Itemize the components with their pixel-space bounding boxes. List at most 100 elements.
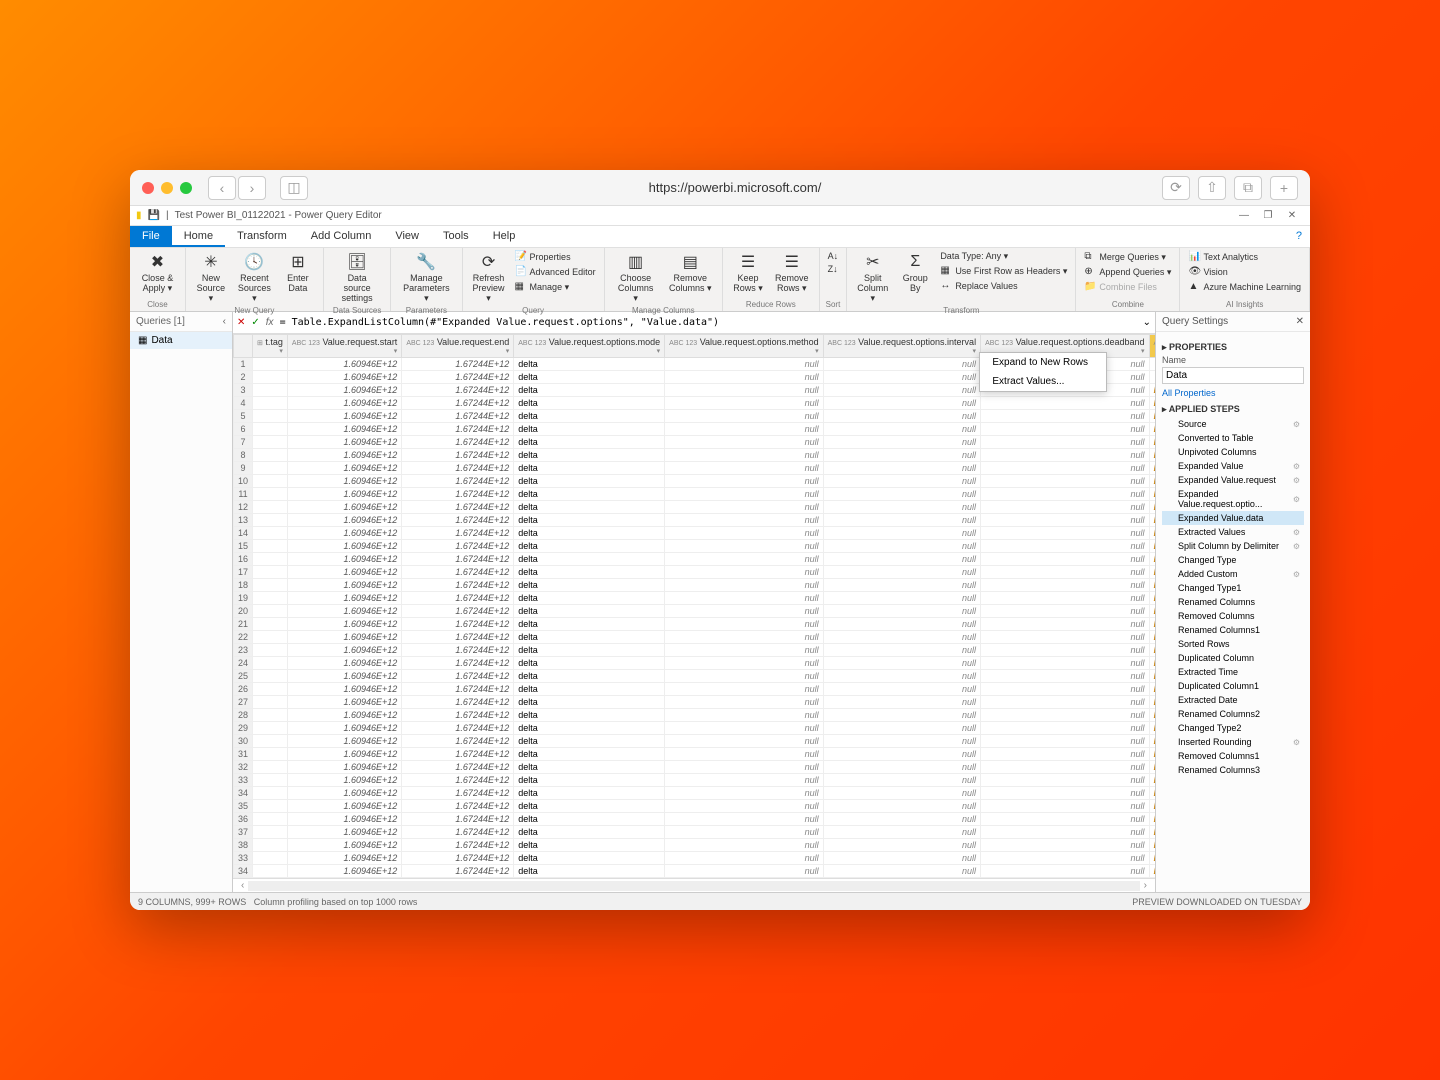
vision-button[interactable]: 👁Vision — [1186, 265, 1229, 279]
table-row[interactable]: 311.60946E+121.67244E+12deltanullnullnul… — [234, 748, 1156, 761]
url-bar[interactable]: https://powerbi.microsoft.com/ — [316, 180, 1154, 195]
applied-step[interactable]: Removed Columns — [1162, 609, 1304, 623]
table-row[interactable]: 331.60946E+121.67244E+12deltanullnullnul… — [234, 852, 1156, 865]
tab-home[interactable]: Home — [172, 226, 225, 247]
applied-step[interactable]: Expanded Value.data — [1162, 511, 1304, 525]
manage-params-button[interactable]: 🔧Manage Parameters ▾ — [397, 250, 455, 306]
tab-tools[interactable]: Tools — [431, 226, 481, 247]
table-row[interactable]: 41.60946E+121.67244E+12deltanullnullnull… — [234, 397, 1156, 410]
table-row[interactable]: 211.60946E+121.67244E+12deltanullnullnul… — [234, 618, 1156, 631]
applied-step[interactable]: Extracted Time — [1162, 665, 1304, 679]
sidebar-toggle[interactable]: ◫ — [280, 176, 308, 200]
close-window[interactable] — [142, 182, 154, 194]
table-row[interactable]: 291.60946E+121.67244E+12deltanullnullnul… — [234, 722, 1156, 735]
table-row[interactable]: 201.60946E+121.67244E+12deltanullnullnul… — [234, 605, 1156, 618]
table-row[interactable]: 81.60946E+121.67244E+12deltanullnullnull… — [234, 449, 1156, 462]
advanced-editor-button[interactable]: 📄Advanced Editor — [513, 265, 598, 279]
column-header[interactable]: ABC 123 Value.request.options.mode ▾ — [514, 335, 665, 358]
table-row[interactable]: 301.60946E+121.67244E+12deltanullnullnul… — [234, 735, 1156, 748]
sort-asc-button[interactable]: A↓ — [826, 250, 841, 262]
table-row[interactable]: 241.60946E+121.67244E+12deltanullnullnul… — [234, 657, 1156, 670]
table-row[interactable]: 231.60946E+121.67244E+12deltanullnullnul… — [234, 644, 1156, 657]
text-analytics-button[interactable]: 📊Text Analytics — [1186, 250, 1260, 264]
table-row[interactable]: 131.60946E+121.67244E+12deltanullnullnul… — [234, 514, 1156, 527]
table-row[interactable]: 151.60946E+121.67244E+12deltanullnullnul… — [234, 540, 1156, 553]
remove-rows-button[interactable]: ☰Remove Rows ▾ — [771, 250, 813, 296]
table-row[interactable]: 101.60946E+121.67244E+12deltanullnullnul… — [234, 475, 1156, 488]
extract-values[interactable]: Extract Values... — [980, 372, 1106, 391]
column-header[interactable]: ABC 123 Value.request.end ▾ — [402, 335, 514, 358]
replace-values-button[interactable]: ↔Replace Values — [938, 279, 1069, 293]
combine-files-button[interactable]: 📁Combine Files — [1082, 280, 1159, 294]
applied-step[interactable]: Changed Type1 — [1162, 581, 1304, 595]
applied-step[interactable]: Source⚙ — [1162, 417, 1304, 431]
refresh-preview-button[interactable]: ⟳Refresh Preview ▾ — [469, 250, 509, 306]
row-header[interactable] — [234, 335, 253, 358]
table-row[interactable]: 61.60946E+121.67244E+12deltanullnullnull… — [234, 423, 1156, 436]
tab-view[interactable]: View — [383, 226, 431, 247]
reload-button[interactable]: ⟳ — [1162, 176, 1190, 200]
close-settings[interactable]: ✕ — [1296, 316, 1304, 327]
data-grid[interactable]: ⊞ t.tag ▾ABC 123 Value.request.start ▾AB… — [233, 334, 1155, 878]
table-row[interactable]: 381.60946E+121.67244E+12deltanullnullnul… — [234, 839, 1156, 852]
applied-step[interactable]: Split Column by Delimiter⚙ — [1162, 539, 1304, 553]
applied-step[interactable]: Inserted Rounding⚙ — [1162, 735, 1304, 749]
applied-step[interactable]: Added Custom⚙ — [1162, 567, 1304, 581]
column-header[interactable]: ABC 123 Value.request.start ▾ — [287, 335, 401, 358]
restore-button[interactable]: ❐ — [1256, 210, 1280, 221]
recent-sources-button[interactable]: 🕓Recent Sources ▾ — [234, 250, 275, 306]
table-row[interactable]: 251.60946E+121.67244E+12deltanullnullnul… — [234, 670, 1156, 683]
query-name-input[interactable] — [1162, 367, 1304, 384]
table-row[interactable]: 341.60946E+121.67244E+12deltanullnullnul… — [234, 865, 1156, 878]
applied-step[interactable]: Sorted Rows — [1162, 637, 1304, 651]
table-row[interactable]: 181.60946E+121.67244E+12deltanullnullnul… — [234, 579, 1156, 592]
table-row[interactable]: 331.60946E+121.67244E+12deltanullnullnul… — [234, 774, 1156, 787]
sort-desc-button[interactable]: Z↓ — [826, 263, 840, 275]
tab-file[interactable]: File — [130, 226, 172, 247]
tab-transform[interactable]: Transform — [225, 226, 299, 247]
formula-input[interactable] — [280, 317, 1137, 328]
table-row[interactable]: 171.60946E+121.67244E+12deltanullnullnul… — [234, 566, 1156, 579]
applied-step[interactable]: Expanded Value⚙ — [1162, 459, 1304, 473]
all-properties-link[interactable]: All Properties — [1162, 388, 1304, 398]
query-item-data[interactable]: ▦ Data — [130, 332, 232, 349]
table-row[interactable]: 51.60946E+121.67244E+12deltanullnullnull… — [234, 410, 1156, 423]
applied-step[interactable]: Removed Columns1 — [1162, 749, 1304, 763]
back-button[interactable]: ‹ — [208, 176, 236, 200]
formula-accept[interactable]: ✓ — [251, 317, 259, 328]
formula-expand[interactable]: ⌄ — [1143, 317, 1151, 328]
expand-new-rows[interactable]: Expand to New Rows — [980, 353, 1106, 372]
close-button[interactable]: ✕ — [1280, 210, 1304, 221]
remove-columns-button[interactable]: ▤Remove Columns ▾ — [665, 250, 716, 296]
keep-rows-button[interactable]: ☰Keep Rows ▾ — [729, 250, 767, 296]
datatype-button[interactable]: Data Type: Any ▾ — [938, 250, 1069, 263]
applied-step[interactable]: Renamed Columns — [1162, 595, 1304, 609]
table-row[interactable]: 361.60946E+121.67244E+12deltanullnullnul… — [234, 813, 1156, 826]
column-header[interactable]: ⊞ t.tag ▾ — [253, 335, 288, 358]
close-apply-button[interactable]: ✖Close & Apply ▾ — [136, 250, 179, 296]
help-icon[interactable]: ? — [1288, 226, 1310, 247]
table-row[interactable]: 261.60946E+121.67244E+12deltanullnullnul… — [234, 683, 1156, 696]
applied-step[interactable]: Renamed Columns2 — [1162, 707, 1304, 721]
collapse-queries[interactable]: ‹ — [223, 316, 226, 327]
choose-columns-button[interactable]: ▥Choose Columns ▾ — [611, 250, 661, 306]
table-row[interactable]: 321.60946E+121.67244E+12deltanullnullnul… — [234, 761, 1156, 774]
applied-step[interactable]: Converted to Table — [1162, 431, 1304, 445]
append-queries-button[interactable]: ⊕Append Queries ▾ — [1082, 265, 1173, 279]
table-row[interactable]: 271.60946E+121.67244E+12deltanullnullnul… — [234, 696, 1156, 709]
applied-step[interactable]: Renamed Columns3 — [1162, 763, 1304, 777]
applied-step[interactable]: Changed Type2 — [1162, 721, 1304, 735]
minimize-button[interactable]: — — [1232, 210, 1256, 221]
column-header[interactable]: ABC 123 Value.data ▾ ⤢ — [1149, 335, 1155, 358]
column-header[interactable]: ABC 123 Value.request.options.method ▾ — [665, 335, 823, 358]
save-icon[interactable]: 💾 — [148, 210, 160, 221]
datasource-settings-button[interactable]: 🗄Data source settings — [330, 250, 384, 306]
applied-step[interactable]: Renamed Columns1 — [1162, 623, 1304, 637]
applied-step[interactable]: Extracted Values⚙ — [1162, 525, 1304, 539]
table-row[interactable]: 281.60946E+121.67244E+12deltanullnullnul… — [234, 709, 1156, 722]
manage-query-button[interactable]: ▦Manage ▾ — [513, 280, 598, 294]
min-window[interactable] — [161, 182, 173, 194]
table-row[interactable]: 341.60946E+121.67244E+12deltanullnullnul… — [234, 787, 1156, 800]
table-row[interactable]: 221.60946E+121.67244E+12deltanullnullnul… — [234, 631, 1156, 644]
table-row[interactable]: 351.60946E+121.67244E+12deltanullnullnul… — [234, 800, 1156, 813]
